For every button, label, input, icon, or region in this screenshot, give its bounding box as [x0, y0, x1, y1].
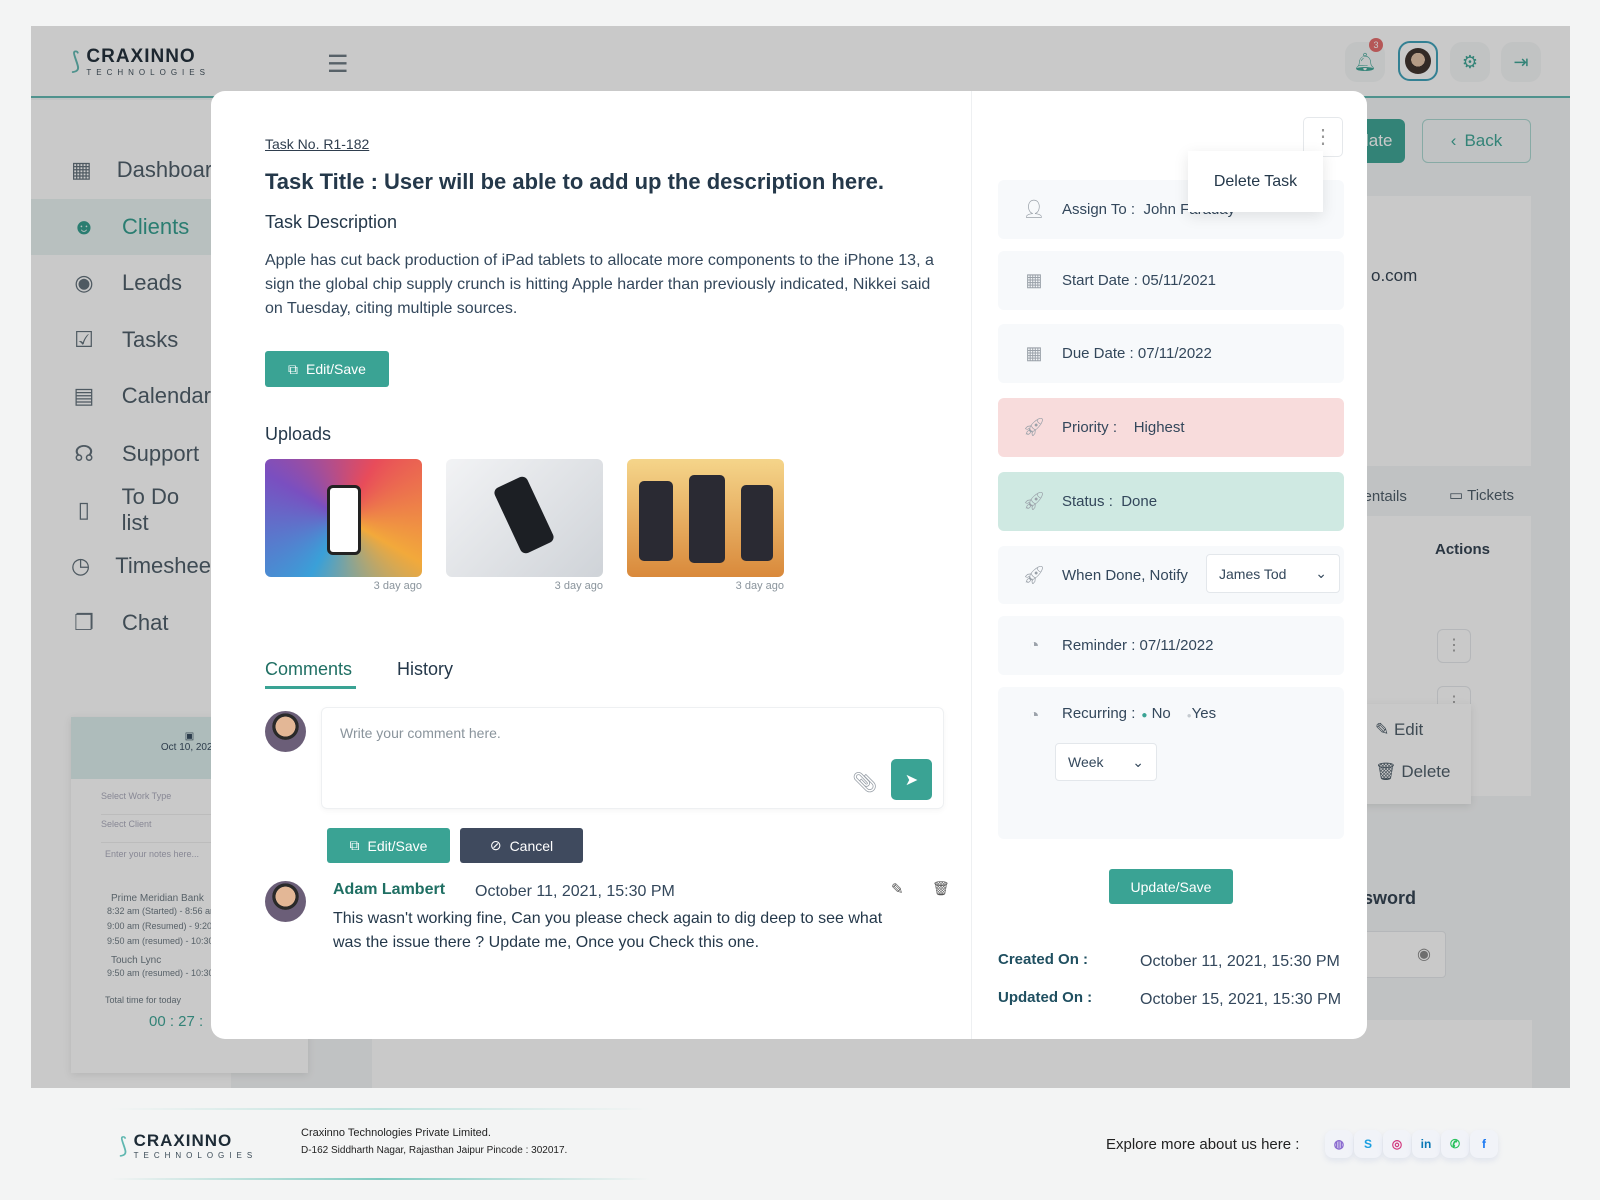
edit-icon: ⧉ [288, 360, 299, 377]
comment-author: Adam Lambert [333, 881, 446, 898]
task-title: Task Title : User will be able to add up… [265, 169, 884, 194]
rocket-icon: 🚀︎ [1022, 417, 1046, 437]
button-label: Edit/Save [367, 837, 428, 854]
notify-select[interactable]: James Tod ⌄ [1206, 554, 1340, 593]
radio-label: Yes [1191, 705, 1217, 722]
task-description: Apple has cut back production of iPad ta… [265, 252, 934, 317]
edit-icon: ⧉ [349, 837, 360, 853]
select-value: Week [1068, 754, 1104, 770]
field-label: Due Date : [1062, 345, 1134, 362]
field-label: Assign To : [1062, 201, 1136, 218]
start-date-row[interactable]: ▦ Start Date : 05/11/2021 [998, 251, 1344, 310]
calendar-icon: ▦ [1025, 270, 1043, 290]
due-date-row[interactable]: ▦ Due Date : 07/11/2022 [998, 324, 1344, 383]
select-value: James Tod [1219, 565, 1287, 582]
recurring-yes-radio[interactable]: ●Yes [1187, 705, 1216, 722]
globe-icon[interactable]: ◍ [1325, 1130, 1353, 1158]
linkedin-icon[interactable]: in [1412, 1130, 1440, 1158]
update-save-button[interactable]: Update/Save [1109, 869, 1233, 904]
status-value: Done [1121, 493, 1158, 510]
tab-comments[interactable]: Comments [265, 659, 357, 689]
tab-history[interactable]: History [397, 659, 453, 680]
upload-thumbnail[interactable] [627, 459, 784, 577]
send-icon: ➤ [904, 771, 919, 789]
logo-mark-icon: ⟆ [119, 1132, 128, 1158]
description-heading: Task Description [265, 212, 398, 232]
task-detail-modal: Task No. R1-182 Task Title : User will b… [211, 91, 1367, 1039]
facebook-icon[interactable]: f [1470, 1130, 1498, 1158]
status-row[interactable]: 🚀︎ Status : Done [998, 472, 1344, 531]
comment-author-avatar [265, 881, 306, 922]
upload-thumbnail[interactable] [265, 459, 422, 577]
due-date-value: 07/11/2022 [1137, 345, 1212, 362]
comment-cancel-button[interactable]: ⊘ Cancel [460, 828, 583, 863]
skype-icon[interactable]: S [1354, 1130, 1382, 1158]
footer-explore-label: Explore more about us here : [1106, 1136, 1300, 1153]
uploads-heading: Uploads [265, 424, 332, 444]
chevron-down-icon: ⌄ [1315, 565, 1327, 581]
notify-row: 🚀︎ When Done, Notify James Tod ⌄ [998, 546, 1344, 604]
instagram-icon[interactable]: ◎ [1383, 1130, 1411, 1158]
created-on-value: October 11, 2021, 15:30 PM [1140, 953, 1340, 970]
button-label: Edit/Save [306, 361, 366, 377]
delete-comment-icon[interactable]: 🗑︎ [932, 880, 950, 897]
field-label: Reminder : [1062, 637, 1136, 654]
task-number-link[interactable]: Task No. R1-182 [265, 136, 369, 152]
field-label: Start Date : [1062, 272, 1138, 289]
radio-selected-icon: ● [1141, 710, 1148, 721]
field-label: Recurring : [1062, 705, 1136, 722]
comment-placeholder: Write your comment here. [340, 725, 501, 741]
comment-input[interactable]: Write your comment here. 📎︎ ➤ [321, 707, 944, 809]
radio-label: No [1151, 705, 1171, 722]
current-user-avatar [265, 711, 306, 752]
edit-comment-icon[interactable]: ✎ [891, 880, 904, 898]
rocket-icon: 🚀︎ [1022, 564, 1046, 585]
send-comment-button[interactable]: ➤ [891, 759, 932, 800]
reminder-value: 07/11/2022 [1139, 637, 1214, 654]
recurring-row: ◔ Recurring : ● No ●Yes Week ⌄ [998, 687, 1344, 839]
button-label: Update/Save [1130, 878, 1212, 895]
reminder-row[interactable]: ◔ Reminder : 07/11/2022 [998, 616, 1344, 675]
rocket-icon: 🚀︎ [1022, 491, 1046, 511]
start-date-value: 05/11/2021 [1142, 272, 1217, 289]
field-label: Priority : [1062, 419, 1118, 436]
created-on-label: Created On : [998, 951, 1089, 968]
user-icon: 👤︎ [1022, 199, 1046, 219]
comment-text: This wasn't working fine, Can you please… [333, 910, 883, 951]
calendar-icon: ▦ [1025, 343, 1043, 363]
menu-label: Delete Task [1213, 172, 1298, 190]
cancel-icon: ⊘ [489, 837, 502, 853]
attachment-icon[interactable]: 📎︎ [852, 770, 877, 795]
recurring-period-select[interactable]: Week ⌄ [1055, 743, 1157, 781]
updated-on-label: Updated On : [998, 989, 1093, 1006]
alarm-clock-icon: ◔ [1028, 705, 1040, 725]
footer-divider [110, 1108, 650, 1110]
priority-row[interactable]: 🚀︎ Priority : Highest [998, 398, 1344, 457]
upload-thumbnail[interactable] [446, 459, 603, 577]
button-label: Cancel [509, 837, 554, 854]
chevron-down-icon: ⌄ [1132, 753, 1144, 770]
upload-age: 3 day ago [373, 580, 422, 592]
upload-age: 3 day ago [554, 580, 603, 592]
footer-divider [110, 1178, 650, 1180]
footer-logo: ⟆ CRAXINNO TECHNOLOGIES [119, 1131, 257, 1160]
upload-age: 3 day ago [735, 580, 784, 592]
brand-sub: TECHNOLOGIES [133, 1151, 258, 1160]
brand-name: CRAXINNO [133, 1131, 233, 1150]
whatsapp-icon[interactable]: ✆ [1441, 1130, 1469, 1158]
field-label: Status : [1062, 493, 1113, 510]
comment-edit-save-button[interactable]: ⧉ Edit/Save [327, 828, 450, 863]
recurring-no-radio[interactable]: ● No [1141, 705, 1170, 722]
column-divider [971, 91, 972, 1039]
delete-task-menu-item[interactable]: Delete Task [1188, 151, 1323, 212]
description-edit-save-button[interactable]: ⧉ Edit/Save [265, 351, 389, 387]
footer-company: Craxinno Technologies Private Limited. [301, 1127, 491, 1139]
alarm-clock-icon: ◔ [1028, 635, 1040, 655]
field-label: When Done, Notify [1062, 566, 1188, 584]
comment-date: October 11, 2021, 15:30 PM [475, 883, 675, 900]
footer-address: D-162 Siddharth Nagar, Rajasthan Jaipur … [301, 1145, 568, 1156]
updated-on-value: October 15, 2021, 15:30 PM [1140, 991, 1342, 1008]
priority-value: Highest [1133, 419, 1185, 436]
